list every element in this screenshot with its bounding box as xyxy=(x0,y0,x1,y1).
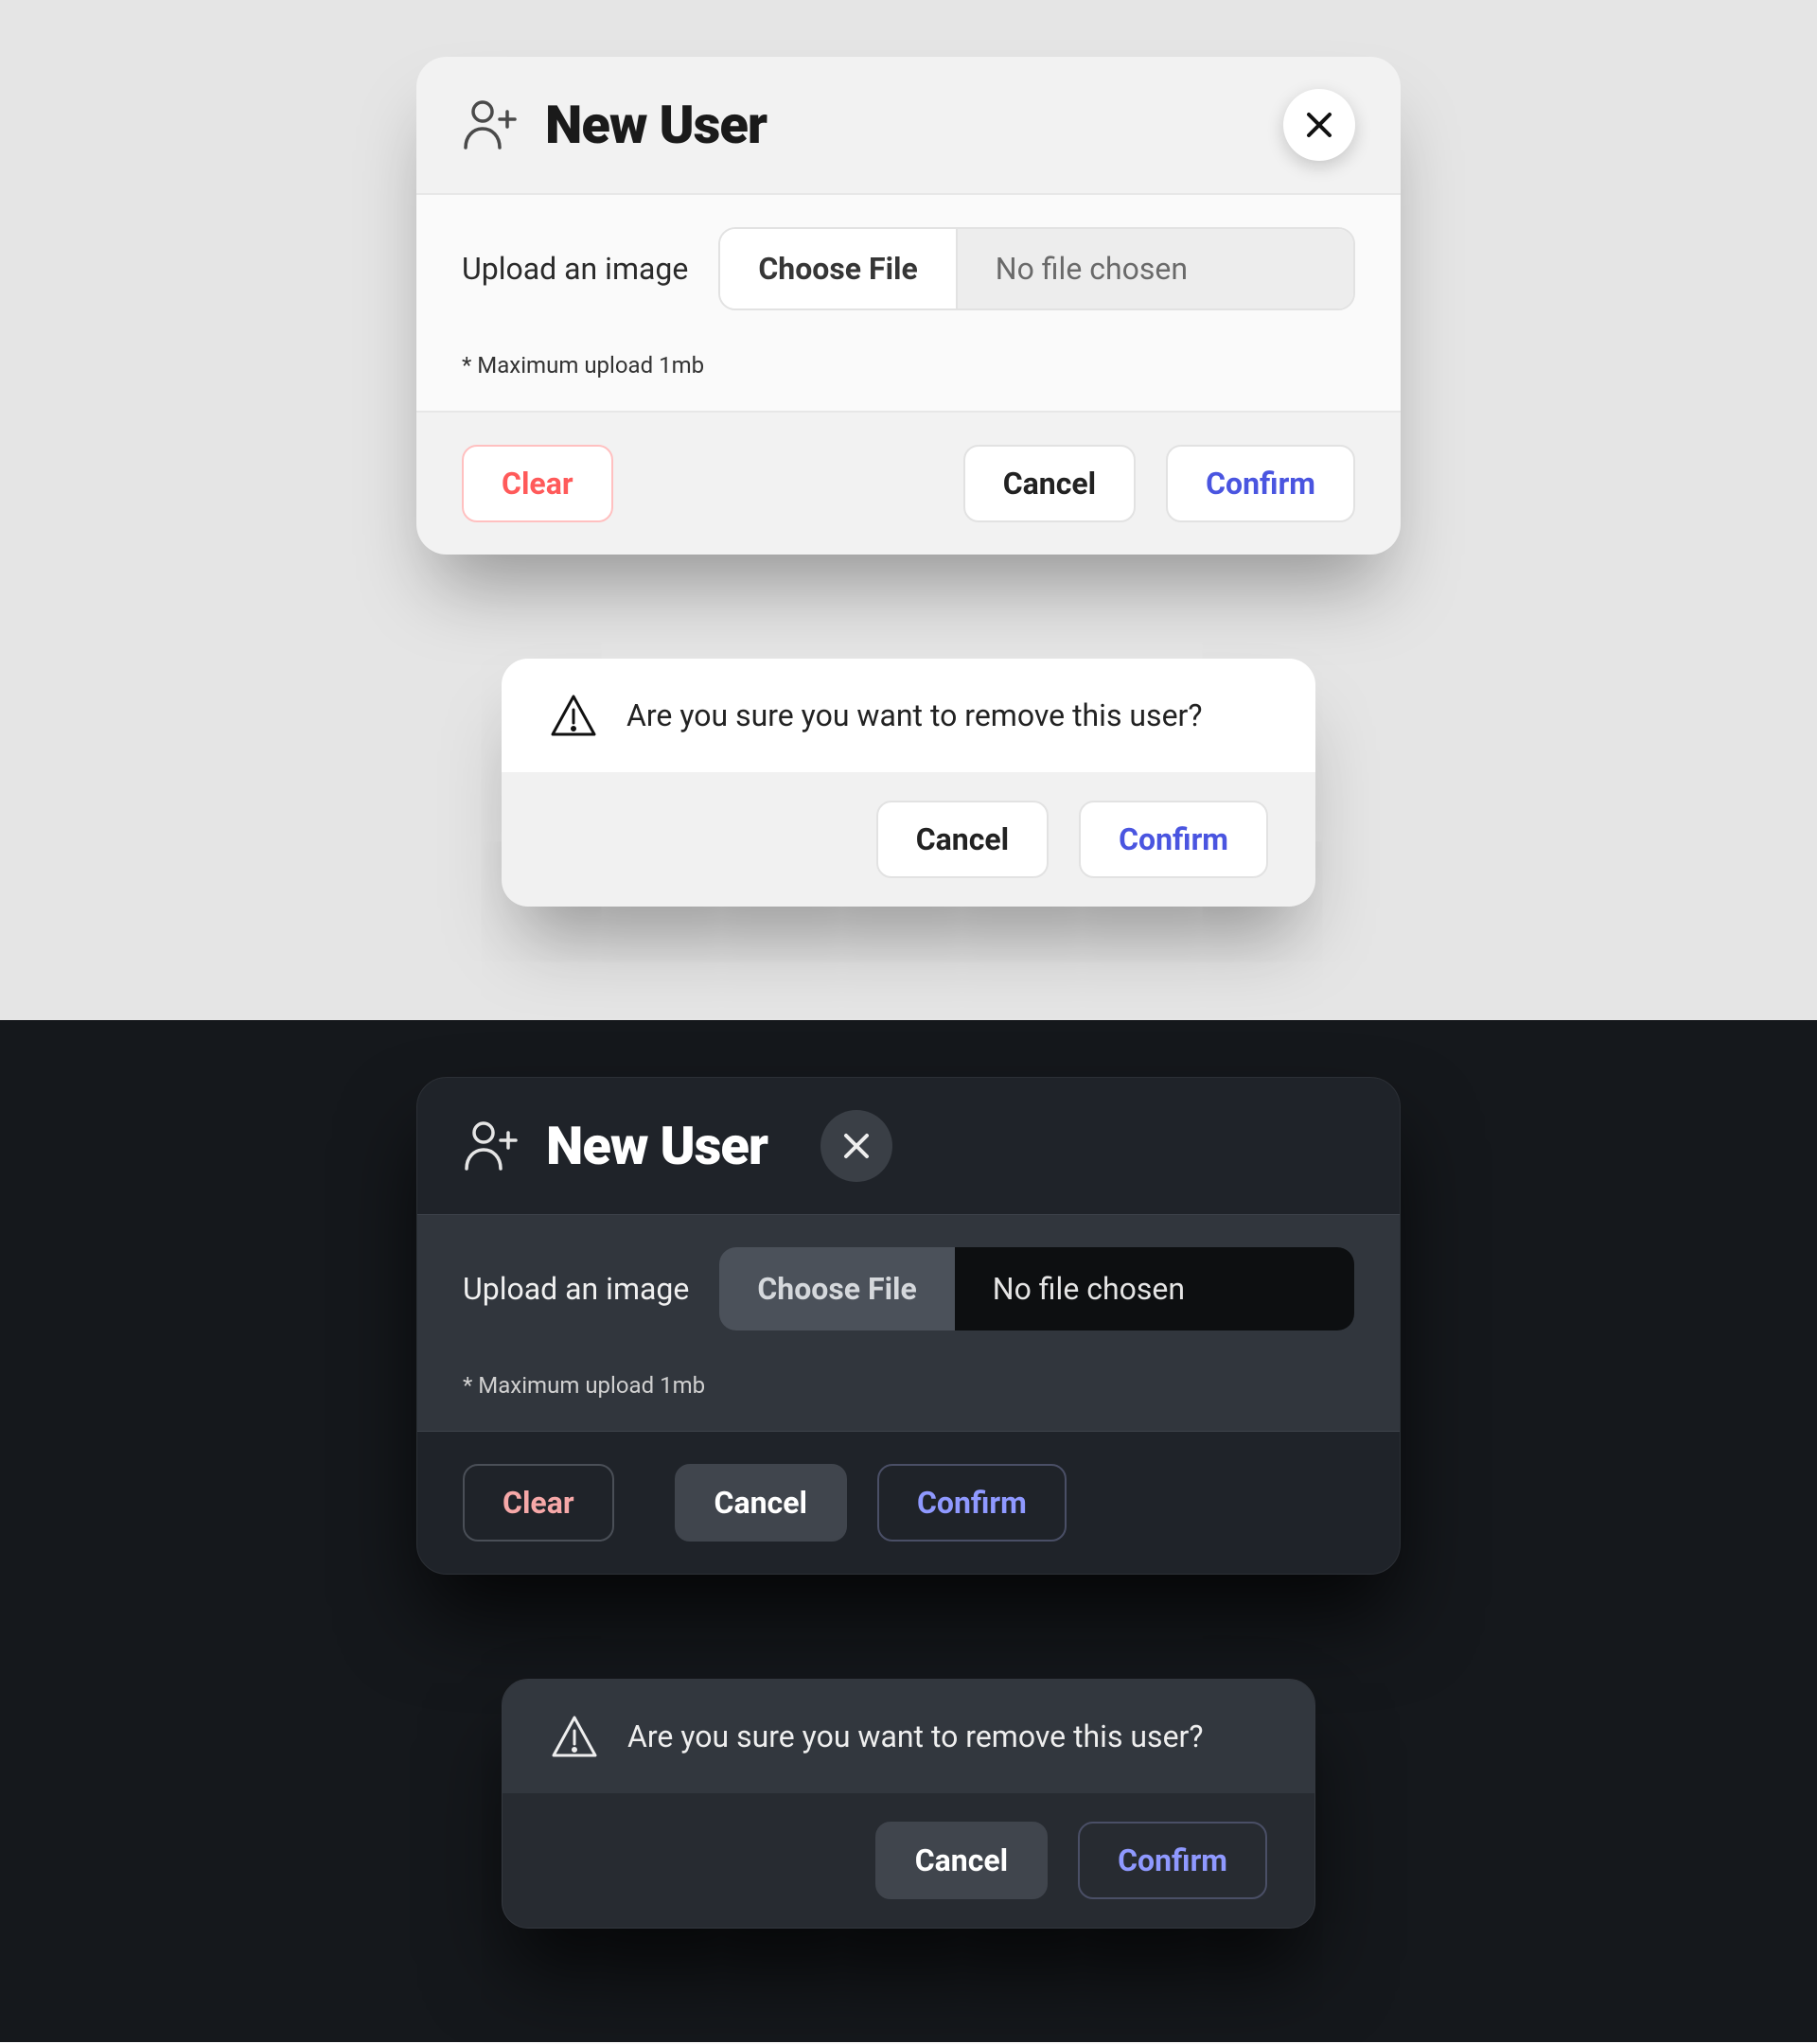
new-user-modal: New User Upload an image Choose File No … xyxy=(416,1077,1401,1575)
modal-body: Upload an image Choose File No file chos… xyxy=(416,193,1401,413)
file-name-placeholder: No file chosen xyxy=(958,229,1353,308)
confirm-button[interactable]: Confirm xyxy=(877,1464,1067,1542)
dialog-message: Are you sure you want to remove this use… xyxy=(627,1718,1204,1754)
dialog-body: Are you sure you want to remove this use… xyxy=(503,1680,1314,1793)
upload-label: Upload an image xyxy=(463,1271,689,1307)
modal-body: Upload an image Choose File No file chos… xyxy=(417,1214,1400,1432)
confirm-button[interactable]: Confirm xyxy=(1078,1822,1267,1899)
modal-title: New User xyxy=(545,94,767,156)
remove-user-dialog: Are you sure you want to remove this use… xyxy=(502,1679,1315,1929)
clear-button[interactable]: Clear xyxy=(462,445,613,522)
file-picker[interactable]: Choose File No file chosen xyxy=(718,227,1355,310)
dialog-actions: Cancel Confirm xyxy=(503,1793,1314,1928)
close-icon xyxy=(842,1132,871,1160)
clear-button[interactable]: Clear xyxy=(463,1464,614,1542)
file-picker[interactable]: Choose File No file chosen xyxy=(719,1247,1354,1330)
choose-file-button[interactable]: Choose File xyxy=(719,1247,954,1330)
cancel-button[interactable]: Cancel xyxy=(875,1822,1048,1899)
modal-header: New User xyxy=(417,1078,1400,1214)
upload-label: Upload an image xyxy=(462,251,688,287)
cancel-button[interactable]: Cancel xyxy=(876,801,1049,878)
modal-title: New User xyxy=(546,1115,767,1177)
confirm-button[interactable]: Confirm xyxy=(1166,445,1355,522)
dialog-message: Are you sure you want to remove this use… xyxy=(626,697,1203,733)
close-button[interactable] xyxy=(1283,89,1355,161)
dialog-actions: Cancel Confirm xyxy=(502,772,1315,907)
user-plus-icon xyxy=(463,1119,520,1172)
file-name-placeholder: No file chosen xyxy=(955,1247,1354,1330)
modal-footer: Clear Cancel Confirm xyxy=(417,1432,1400,1574)
warning-icon xyxy=(549,693,598,738)
light-theme-panel: New User Upload an image Choose File No … xyxy=(0,0,1817,1020)
upload-hint: * Maximum upload 1mb xyxy=(463,1372,1354,1399)
cancel-button[interactable]: Cancel xyxy=(675,1464,847,1542)
user-plus-icon xyxy=(462,98,519,151)
dialog-body: Are you sure you want to remove this use… xyxy=(502,659,1315,772)
confirm-button[interactable]: Confirm xyxy=(1079,801,1268,878)
modal-header: New User xyxy=(416,57,1401,193)
remove-user-dialog: Are you sure you want to remove this use… xyxy=(502,659,1315,907)
upload-hint: * Maximum upload 1mb xyxy=(462,352,1355,379)
close-button[interactable] xyxy=(820,1110,892,1182)
warning-icon xyxy=(550,1714,599,1759)
dark-theme-panel: New User Upload an image Choose File No … xyxy=(0,1020,1817,2042)
new-user-modal: New User Upload an image Choose File No … xyxy=(416,57,1401,555)
cancel-button[interactable]: Cancel xyxy=(963,445,1136,522)
choose-file-button[interactable]: Choose File xyxy=(720,229,957,308)
close-icon xyxy=(1305,111,1333,139)
modal-footer: Clear Cancel Confirm xyxy=(416,413,1401,555)
